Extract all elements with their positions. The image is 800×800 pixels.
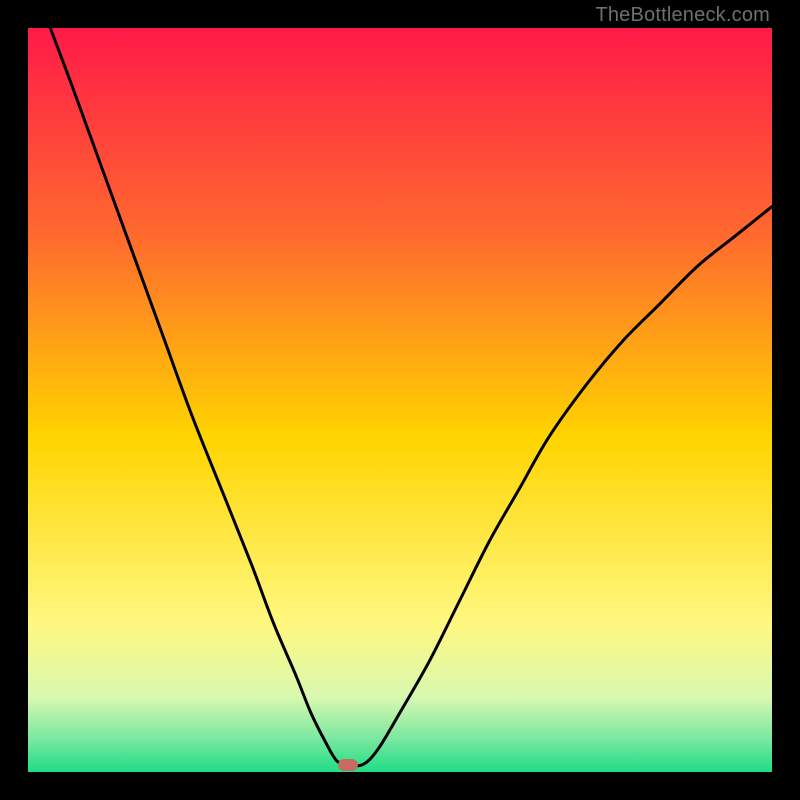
watermark-text: TheBottleneck.com [595,4,770,27]
outer-frame: TheBottleneck.com [0,0,800,800]
plot-area [28,28,772,772]
optimal-point-marker [338,759,358,771]
chart-svg [28,28,772,772]
gradient-background [28,28,772,772]
